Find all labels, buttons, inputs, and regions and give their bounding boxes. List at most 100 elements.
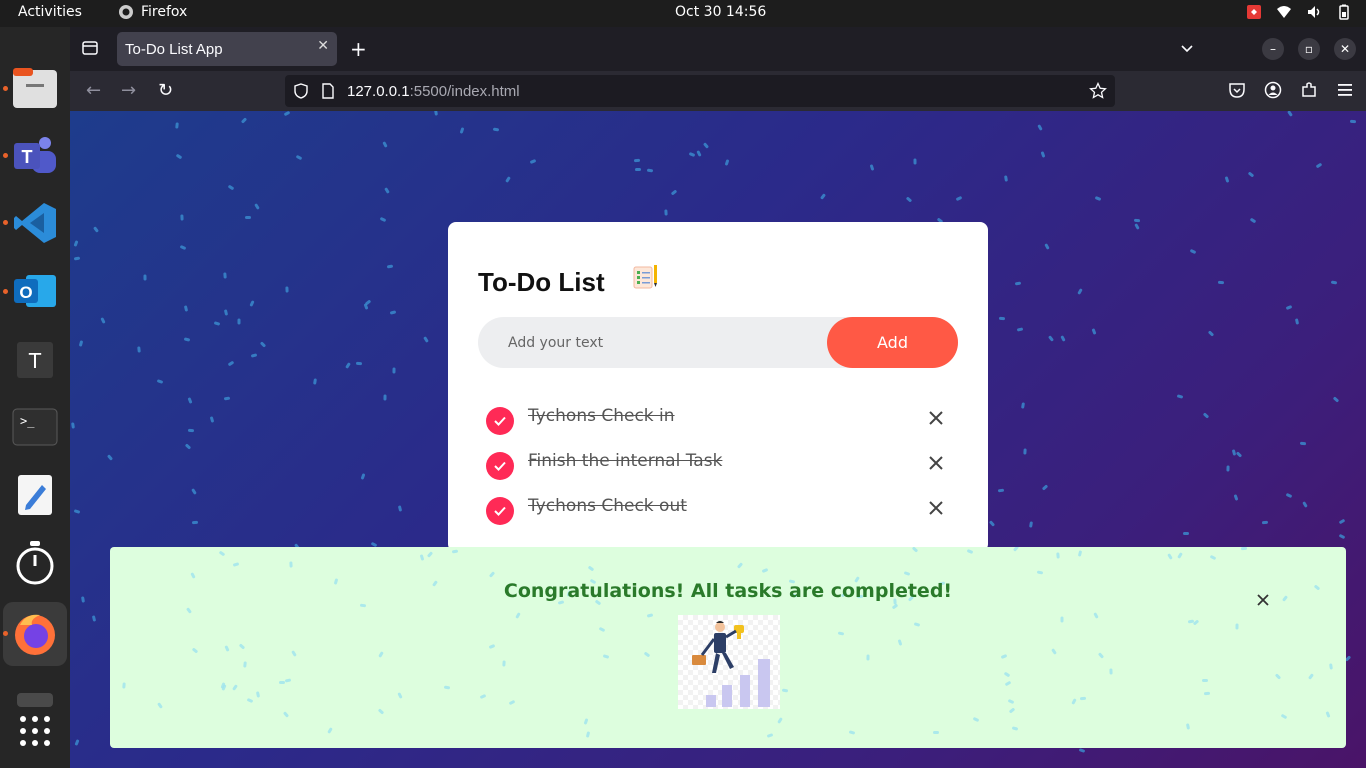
list-item[interactable]: Tychons Check out (486, 492, 956, 526)
task-input[interactable] (478, 317, 838, 368)
svg-text:O: O (19, 283, 32, 302)
system-tray[interactable] (1246, 4, 1352, 20)
reload-button[interactable]: ↻ (158, 80, 173, 101)
confetti-piece (1177, 552, 1183, 559)
running-indicator (3, 153, 8, 158)
close-window-button[interactable]: ✕ (1334, 38, 1356, 60)
confetti-piece (179, 244, 187, 251)
shield-icon[interactable] (293, 83, 309, 99)
confetti-piece (1302, 501, 1308, 508)
confetti-piece (451, 549, 459, 554)
list-item[interactable]: Tychons Check in (486, 402, 956, 436)
page-title: To-Do List (478, 267, 605, 297)
outlook-icon[interactable]: O (11, 267, 59, 315)
confetti-piece (379, 216, 387, 223)
confetti-piece (359, 603, 367, 608)
firefox-view-icon[interactable] (82, 40, 98, 56)
confetti-piece (378, 651, 384, 658)
new-tab-button[interactable]: + (350, 37, 367, 61)
app-menu[interactable]: Firefox (118, 4, 187, 20)
url-text[interactable]: 127.0.0.1:5500/index.html (347, 83, 520, 100)
confetti-piece (291, 650, 297, 657)
confetti-piece (180, 214, 184, 221)
remote-desktop-icon[interactable] (1246, 4, 1262, 20)
confetti-piece (1040, 151, 1046, 158)
confetti-piece (377, 708, 385, 715)
checked-icon[interactable] (486, 497, 514, 525)
confetti-piece (237, 318, 241, 325)
extensions-icon[interactable] (1300, 81, 1318, 99)
checklist-icon (633, 265, 657, 289)
task-text[interactable]: Tychons Check out (528, 496, 687, 516)
confetti-piece (488, 571, 496, 578)
tab-close-icon[interactable]: ✕ (317, 38, 329, 54)
confetti-piece (1189, 248, 1197, 255)
confetti-piece (106, 454, 114, 461)
confetti-piece (227, 360, 235, 367)
confetti-piece (426, 551, 434, 558)
notes-icon[interactable] (11, 471, 59, 519)
task-text[interactable]: Finish the internal Task (528, 451, 722, 471)
confetti-piece (1285, 304, 1293, 311)
pocket-icon[interactable] (1228, 81, 1246, 99)
confetti-piece (492, 127, 500, 132)
back-button[interactable]: ← (86, 80, 101, 101)
confetti-piece (1007, 698, 1015, 705)
confetti-piece (598, 626, 606, 633)
confetti-piece (213, 321, 221, 326)
delete-icon[interactable] (926, 453, 946, 473)
confetti-piece (913, 622, 921, 627)
navigation-bar: ← → ↻ 127.0.0.1:5500/index.html (70, 71, 1366, 111)
confetti-piece (1233, 494, 1239, 501)
confetti-piece (1077, 288, 1083, 295)
firefox-small-icon (119, 5, 133, 19)
confetti-piece (1093, 612, 1099, 619)
close-icon[interactable] (1255, 592, 1271, 608)
delete-icon[interactable] (926, 498, 946, 518)
tab-todo-list[interactable]: To-Do List App ✕ (117, 32, 337, 66)
apps-grid-icon[interactable] (11, 707, 59, 755)
confetti-piece (633, 158, 641, 163)
clock[interactable]: Oct 30 14:56 (675, 4, 766, 20)
checked-icon[interactable] (486, 407, 514, 435)
confetti-piece (92, 226, 100, 233)
terminal-icon[interactable]: >_ (11, 403, 59, 451)
wifi-icon[interactable] (1276, 4, 1292, 20)
checked-icon[interactable] (486, 452, 514, 480)
bookmark-star-icon[interactable] (1089, 82, 1107, 100)
teams-icon[interactable]: T (11, 131, 59, 179)
volume-icon[interactable] (1306, 4, 1322, 20)
add-button[interactable]: Add (827, 317, 958, 368)
battery-icon[interactable] (1336, 4, 1352, 20)
confetti-piece (184, 443, 192, 450)
chevron-down-icon[interactable] (1180, 42, 1194, 56)
text-editor-icon[interactable]: T (11, 336, 59, 384)
confetti-piece (1176, 394, 1184, 399)
vscode-icon[interactable] (11, 199, 59, 247)
confetti-piece (1338, 533, 1346, 540)
confetti-piece (423, 336, 429, 343)
delete-icon[interactable] (926, 408, 946, 428)
activities-button[interactable]: Activities (18, 4, 82, 20)
confetti-piece (1338, 518, 1346, 525)
page-icon[interactable] (321, 83, 335, 99)
list-item[interactable]: Finish the internal Task (486, 447, 956, 481)
minimize-button[interactable]: – (1262, 38, 1284, 60)
confetti-piece (1079, 696, 1087, 701)
task-text[interactable]: Tychons Check in (528, 406, 675, 426)
confetti-piece (232, 684, 238, 691)
firefox-icon[interactable] (11, 610, 59, 658)
timer-icon[interactable] (11, 539, 59, 587)
hamburger-menu-icon[interactable] (1336, 81, 1354, 99)
forward-button[interactable]: → (121, 80, 136, 101)
files-icon[interactable] (11, 64, 59, 112)
confetti-piece (232, 562, 240, 567)
confetti-piece (156, 379, 164, 384)
confetti-piece (585, 731, 591, 738)
maximize-button[interactable]: ▫ (1298, 38, 1320, 60)
account-icon[interactable] (1264, 81, 1282, 99)
confetti-piece (1000, 654, 1008, 659)
confetti-piece (434, 111, 438, 116)
url-bar[interactable]: 127.0.0.1:5500/index.html (285, 75, 1115, 107)
confetti-piece (355, 361, 363, 366)
